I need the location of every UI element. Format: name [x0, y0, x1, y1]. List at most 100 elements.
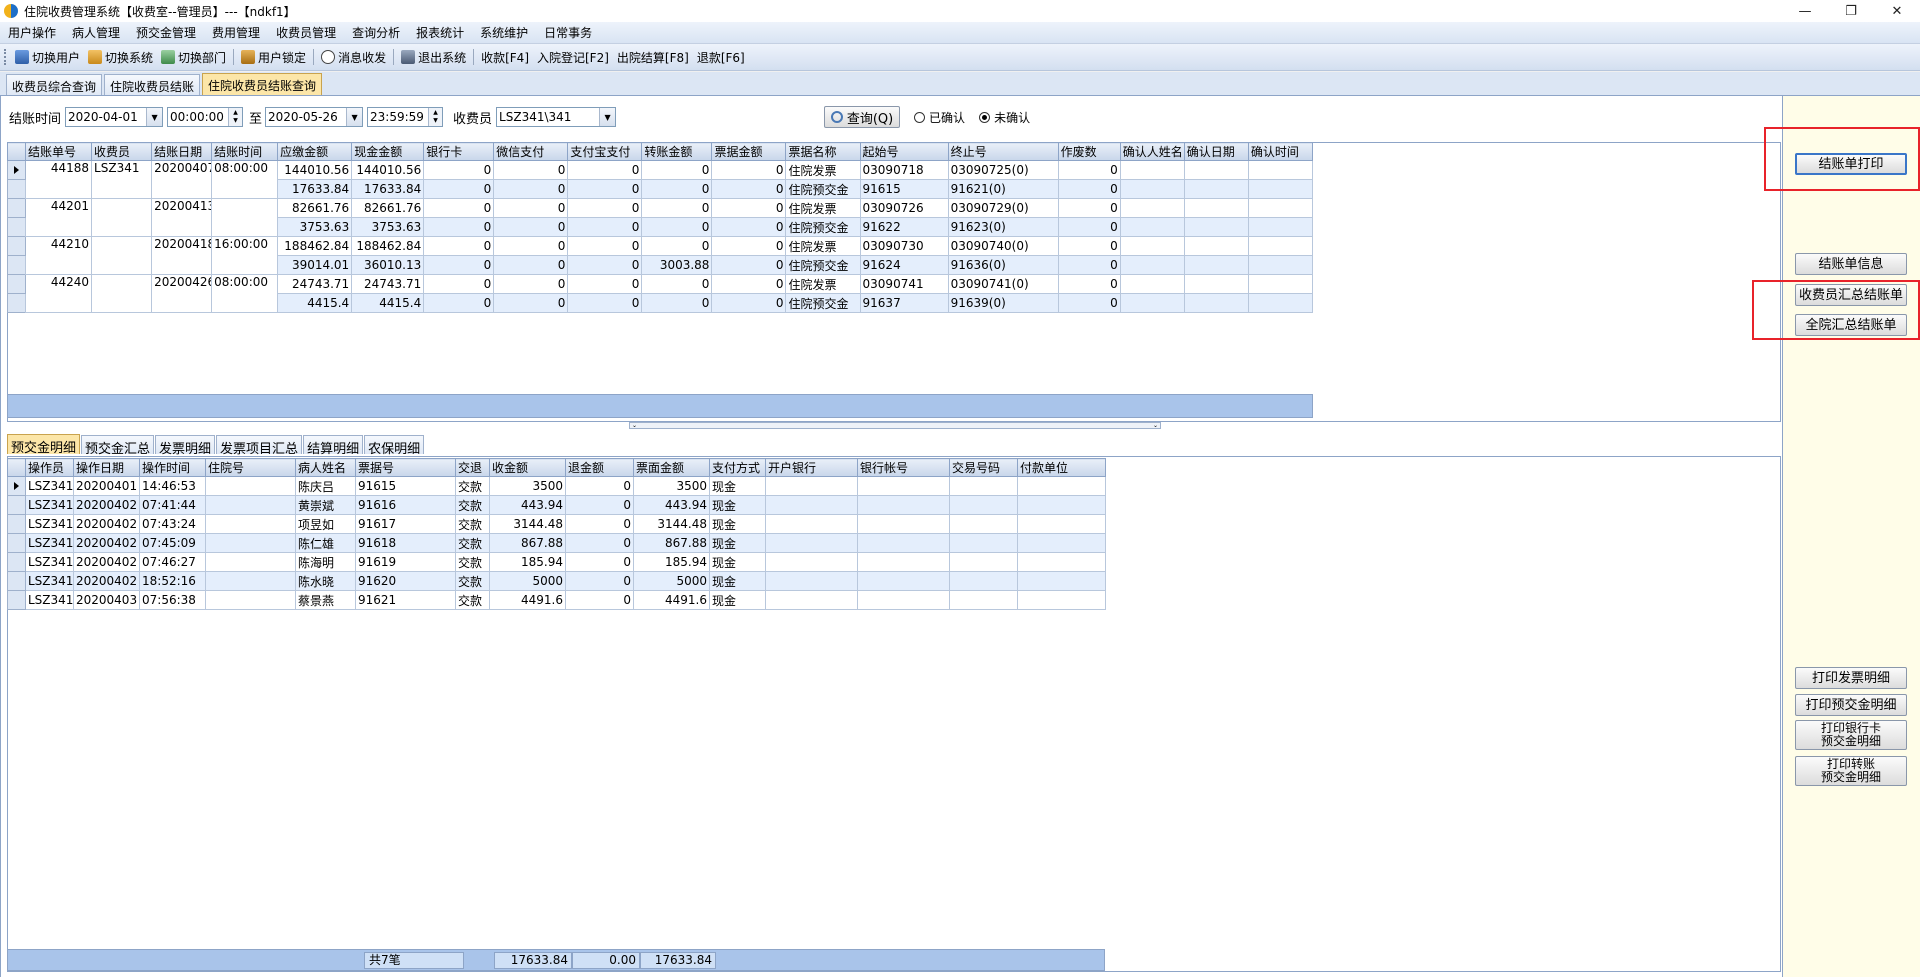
cell[interactable]: 0 [641, 179, 713, 199]
row-selector[interactable] [7, 293, 26, 313]
cell[interactable]: 91624 [859, 255, 949, 275]
cell[interactable]: 0 [493, 179, 569, 199]
cell[interactable]: LSZ341 [25, 495, 74, 515]
table-row[interactable]: LSZ341 20200402 07:41:44 黄崇斌 91616 交款 443.94 0 4… [7, 495, 1106, 515]
column-header[interactable]: 退金额 [565, 458, 634, 477]
menu-cashier[interactable]: 收费员管理 [268, 24, 344, 41]
cell[interactable] [1183, 293, 1249, 313]
cell[interactable]: 0 [423, 160, 495, 180]
cell[interactable] [949, 514, 1018, 534]
cell[interactable]: 0 [567, 236, 643, 256]
cell[interactable]: 0 [423, 293, 495, 313]
cell[interactable] [1247, 160, 1314, 180]
cell[interactable]: 0 [567, 293, 643, 313]
admission-button[interactable]: 入院登记[F2] [533, 49, 613, 66]
cell[interactable]: 36010.13 [351, 255, 425, 275]
cell[interactable] [1119, 217, 1185, 237]
cell[interactable]: 3753.63 [351, 217, 425, 237]
cell[interactable]: 20200402 [73, 571, 140, 591]
cell[interactable] [1017, 476, 1106, 496]
column-header[interactable]: 操作时间 [139, 458, 206, 477]
cell[interactable]: 0 [1057, 198, 1121, 218]
cell[interactable]: 07:43:24 [139, 514, 206, 534]
cell[interactable] [857, 495, 950, 515]
tab-cashier-overview[interactable]: 收费员综合查询 [6, 74, 103, 95]
row-selector[interactable] [7, 590, 26, 610]
cell[interactable]: 20200402 [73, 514, 140, 534]
cell[interactable]: 03090730 [859, 236, 949, 256]
cell[interactable] [1183, 217, 1249, 237]
row-selector[interactable] [7, 179, 26, 199]
menu-deposit[interactable]: 预交金管理 [128, 24, 204, 41]
pane-splitter[interactable]: ⌄ ⌄ [629, 422, 1161, 429]
cell[interactable]: 现金 [709, 571, 766, 591]
row-selector[interactable] [7, 552, 26, 572]
cell[interactable]: 0 [641, 217, 713, 237]
print-transfer-deposit-button[interactable]: 打印转账 预交金明细 [1795, 756, 1907, 786]
cell[interactable]: 住院发票 [785, 274, 861, 294]
cell[interactable]: 20200418 [151, 236, 213, 275]
column-header[interactable]: 作废数 [1057, 142, 1121, 161]
column-header[interactable]: 银行帐号 [857, 458, 950, 477]
cell[interactable]: 交款 [455, 476, 490, 496]
cell[interactable]: 91637 [859, 293, 949, 313]
cell[interactable]: 0 [567, 255, 643, 275]
cell[interactable] [1183, 274, 1249, 294]
cell[interactable]: LSZ341 [25, 571, 74, 591]
cell[interactable]: 住院预交金 [785, 293, 861, 313]
cell[interactable]: 20200402 [73, 495, 140, 515]
cell[interactable]: 0 [567, 217, 643, 237]
menu-user-ops[interactable]: 用户操作 [0, 24, 64, 41]
cell[interactable]: 185.94 [489, 552, 566, 572]
cell[interactable]: 03090740(0) [947, 236, 1059, 256]
tab-invoice-detail[interactable]: 发票明细 [155, 435, 216, 457]
column-header[interactable]: 结账日期 [151, 142, 213, 161]
row-selector[interactable] [7, 217, 26, 237]
cell[interactable]: 0 [493, 217, 569, 237]
cell[interactable]: 陈仁雄 [295, 533, 356, 553]
cell[interactable] [1017, 533, 1106, 553]
cell[interactable]: 91619 [355, 552, 456, 572]
tab-invoice-items[interactable]: 发票项目汇总 [216, 435, 303, 457]
menu-patient[interactable]: 病人管理 [64, 24, 128, 41]
cell[interactable] [1247, 217, 1314, 237]
cell[interactable] [765, 571, 858, 591]
cell[interactable] [765, 552, 858, 572]
cell[interactable]: 91621 [355, 590, 456, 610]
cell[interactable]: 07:46:27 [139, 552, 206, 572]
cell[interactable]: 0 [565, 476, 634, 496]
column-header[interactable]: 交易号码 [949, 458, 1018, 477]
cell[interactable]: 交款 [455, 571, 490, 591]
table-row[interactable]: LSZ341 20200402 18:52:16 陈水晓 91620 交款 5000 0 500… [7, 571, 1106, 591]
close-button[interactable]: ✕ [1874, 0, 1920, 22]
cell[interactable] [949, 533, 1018, 553]
cell[interactable] [205, 476, 296, 496]
cell[interactable] [1017, 552, 1106, 572]
table-row[interactable]: 44188 LSZ341 20200407 08:00:00 144010.56 1440… [7, 160, 1314, 199]
cell[interactable]: 443.94 [489, 495, 566, 515]
cell[interactable]: 0 [711, 255, 787, 275]
row-selector[interactable] [7, 571, 26, 591]
cell[interactable]: 18:52:16 [139, 571, 206, 591]
radio-selected-icon[interactable] [979, 111, 991, 123]
cell[interactable]: 0 [423, 179, 495, 199]
cell[interactable] [949, 571, 1018, 591]
cell[interactable]: 0 [565, 533, 634, 553]
cell[interactable]: 4491.6 [489, 590, 566, 610]
tab-settle-detail[interactable]: 结算明细 [303, 435, 364, 457]
cell[interactable]: 现金 [709, 552, 766, 572]
cell[interactable]: 0 [493, 160, 569, 180]
print-invoice-detail-button[interactable]: 打印发票明细 [1795, 667, 1907, 689]
cell[interactable]: 0 [565, 552, 634, 572]
cell[interactable] [1247, 255, 1314, 275]
tab-deposit-detail[interactable]: 预交金明细 [7, 434, 81, 456]
cell[interactable]: 0 [567, 274, 643, 294]
cell[interactable]: 03090718 [859, 160, 949, 180]
cell[interactable]: 陈庆吕 [295, 476, 356, 496]
cell[interactable]: 住院预交金 [785, 217, 861, 237]
cell[interactable]: 4415.4 [277, 293, 353, 313]
chevron-down-icon[interactable]: ▼ [346, 108, 363, 126]
cell[interactable] [857, 476, 950, 496]
cell[interactable]: 0 [567, 179, 643, 199]
column-header[interactable]: 票据金额 [711, 142, 787, 161]
